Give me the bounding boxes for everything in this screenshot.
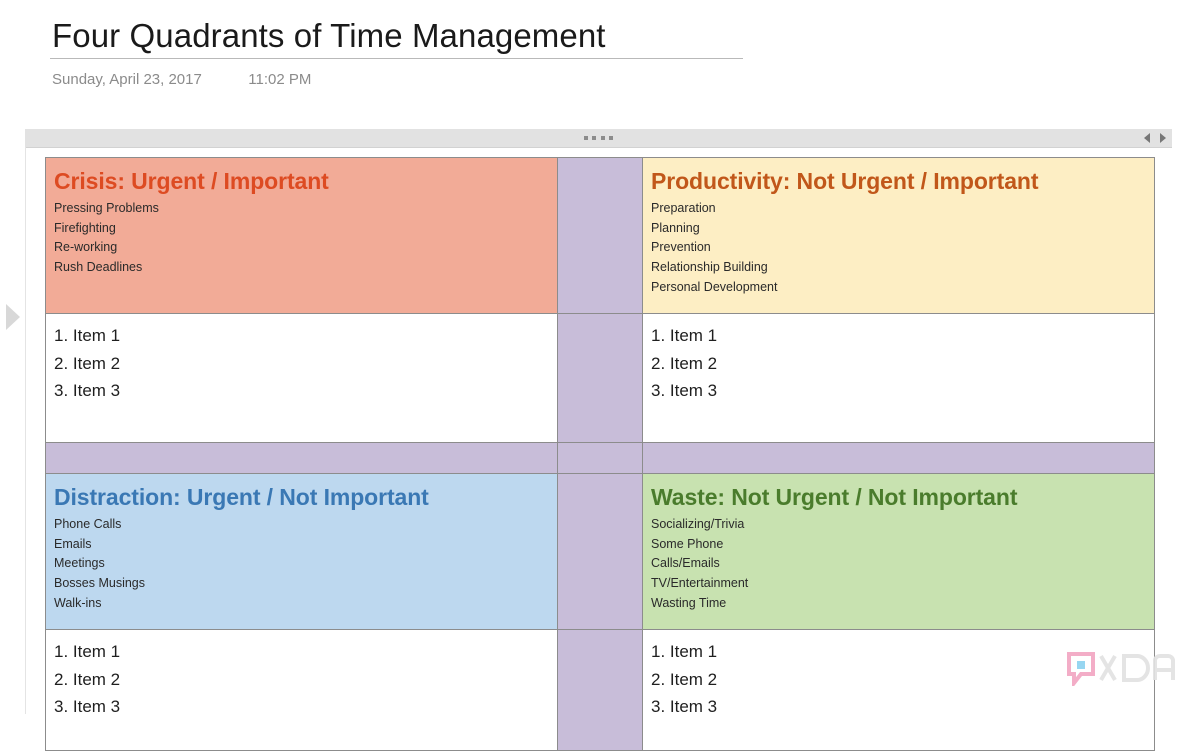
list-item: 1. Item 1 (651, 326, 718, 345)
list-item: 1. Item 1 (54, 642, 121, 661)
quadrant-waste-title: Waste: Not Urgent / Not Important (651, 484, 1018, 510)
productivity-numbered-list-cell[interactable]: 1. Item 1 2. Item 2 3. Item 3 (642, 313, 1155, 443)
list-item: Bosses Musings (54, 576, 146, 591)
vertical-divider-cell (557, 629, 643, 751)
list-item: Meetings (54, 556, 105, 571)
table-row: 1. Item 1 2. Item 2 3. Item 3 1. Item 1 … (45, 313, 1155, 443)
list-item: Firefighting (54, 220, 116, 235)
table-row (45, 442, 1155, 474)
grip-dots-icon[interactable] (583, 136, 614, 140)
list-item: 2. Item 2 (54, 353, 121, 373)
page-edge-rule (25, 147, 26, 714)
quadrant-crisis-title: Crisis: Urgent / Important (54, 168, 329, 194)
list-item: Emails (54, 536, 92, 551)
list-item: Phone Calls (54, 517, 122, 531)
strip-arrow-controls[interactable] (1144, 133, 1166, 144)
list-item: Rush Deadlines (54, 260, 143, 275)
xda-logo-icon (1067, 652, 1185, 689)
quadrant-productivity-title: Productivity: Not Urgent / Important (651, 168, 1039, 194)
title-divider-rule (50, 58, 743, 59)
list-item: Prevention (651, 240, 711, 255)
document-date: Sunday, April 23, 2017 (52, 71, 202, 88)
quadrant-table: Crisis: Urgent / Important Pressing Prob… (45, 157, 1155, 751)
vertical-divider-cell (557, 473, 643, 630)
quadrant-productivity-list: Preparation Planning Prevention Relation… (651, 199, 1154, 298)
list-item: 2. Item 2 (54, 669, 121, 689)
list-item: Wasting Time (651, 595, 727, 610)
list-item: Some Phone (651, 536, 724, 551)
list-item: 2. Item 2 (651, 353, 718, 373)
table-row: Crisis: Urgent / Important Pressing Prob… (45, 157, 1155, 314)
triangle-right-icon[interactable] (1160, 133, 1166, 143)
list-item: 3. Item 3 (54, 697, 121, 716)
divider-intersection-cell (557, 442, 643, 474)
quadrant-distraction-list: Phone Calls Emails Meetings Bosses Musin… (54, 515, 557, 614)
list-item: Re-working (54, 240, 118, 255)
list-item: Preparation (651, 201, 716, 215)
list-item: Walk-ins (54, 595, 102, 610)
list-item: TV/Entertainment (651, 576, 749, 591)
list-item: Socializing/Trivia (651, 517, 745, 531)
splitter-toolbar-strip[interactable] (25, 129, 1172, 148)
quadrant-crisis-list: Pressing Problems Firefighting Re-workin… (54, 199, 557, 278)
list-item: 3. Item 3 (651, 697, 718, 716)
quadrant-waste-list: Socializing/Trivia Some Phone Calls/Emai… (651, 515, 1154, 614)
chevron-right-icon[interactable] (6, 304, 20, 330)
table-row: Distraction: Urgent / Not Important Phon… (45, 473, 1155, 630)
list-item: 1. Item 1 (54, 326, 121, 345)
list-item: 3. Item 3 (651, 381, 718, 400)
list-item: Pressing Problems (54, 201, 159, 215)
list-item: Relationship Building (651, 260, 768, 275)
list-item: Planning (651, 220, 700, 235)
document-time: 11:02 PM (248, 71, 312, 88)
quadrant-productivity[interactable]: Productivity: Not Urgent / Important Pre… (642, 157, 1155, 314)
triangle-left-icon[interactable] (1144, 133, 1150, 143)
horizontal-divider-cell (45, 442, 558, 474)
crisis-numbered-list-cell[interactable]: 1. Item 1 2. Item 2 3. Item 3 (45, 313, 558, 443)
quadrant-distraction[interactable]: Distraction: Urgent / Not Important Phon… (45, 473, 558, 630)
waste-numbered-list-cell[interactable]: 1. Item 1 2. Item 2 3. Item 3 (642, 629, 1155, 751)
distraction-numbered-list-cell[interactable]: 1. Item 1 2. Item 2 3. Item 3 (45, 629, 558, 751)
quadrant-crisis[interactable]: Crisis: Urgent / Important Pressing Prob… (45, 157, 558, 314)
document-meta-row: Sunday, April 23, 2017 11:02 PM (52, 68, 311, 92)
vertical-divider-cell (557, 157, 643, 314)
list-item: Calls/Emails (651, 556, 720, 571)
quadrant-waste[interactable]: Waste: Not Urgent / Not Important Social… (642, 473, 1155, 630)
list-item: 3. Item 3 (54, 381, 121, 400)
table-row: 1. Item 1 2. Item 2 3. Item 3 1. Item 1 … (45, 629, 1155, 751)
list-item: Personal Development (651, 279, 778, 294)
vertical-divider-cell (557, 313, 643, 443)
horizontal-divider-cell (642, 442, 1155, 474)
quadrant-distraction-title: Distraction: Urgent / Not Important (54, 484, 429, 510)
page-title: Four Quadrants of Time Management (52, 17, 606, 54)
